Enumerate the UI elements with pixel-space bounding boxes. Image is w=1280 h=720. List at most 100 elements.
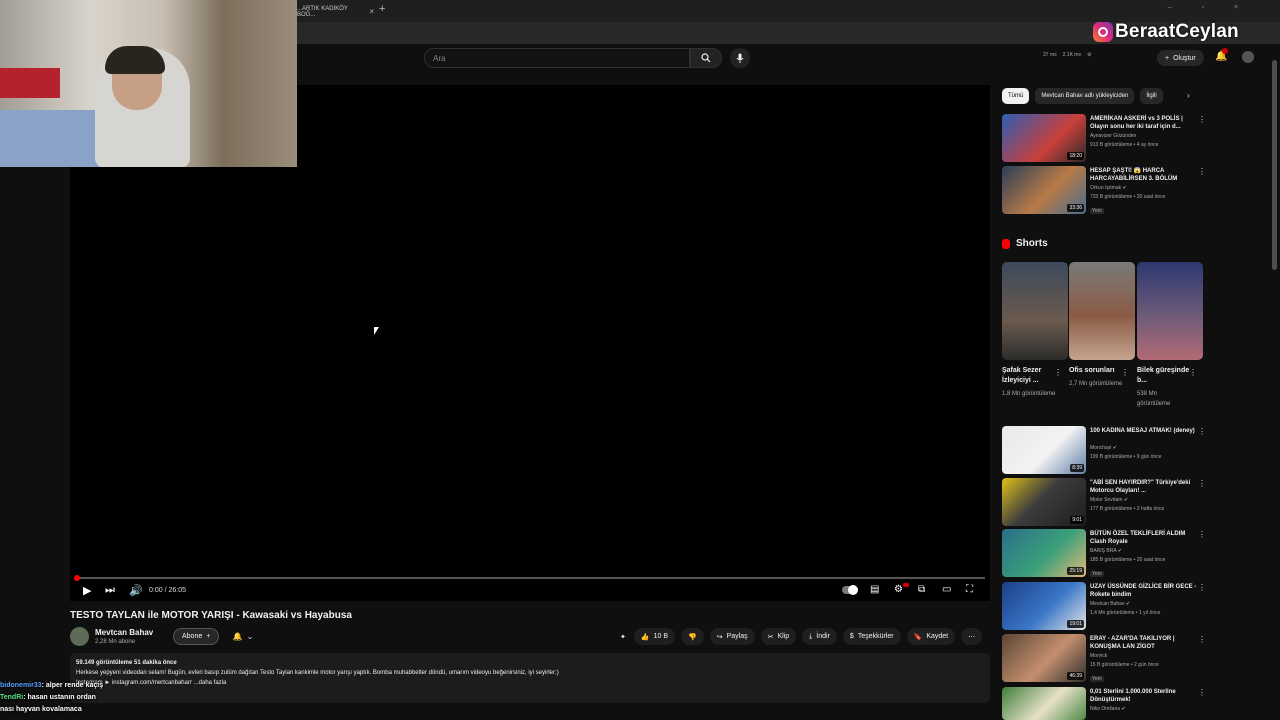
stat-ping: 37 ms <box>1043 52 1057 58</box>
more-vert-icon[interactable]: ⋮ <box>1121 368 1129 377</box>
rec-item[interactable]: 46:39 ERAY - AZAR'DA TAKILIYOR | KONUŞMA… <box>1002 634 1207 682</box>
rec-title[interactable]: AMERİKAN ASKERİ vs 3 POLİS | Olayın sonu… <box>1090 115 1200 131</box>
short-title[interactable]: Şafak Sezer İzleyiciyi ... <box>1002 366 1057 386</box>
thanks-button[interactable]: $ Teşekkürler <box>842 628 901 645</box>
settings-gear-icon[interactable]: ⚙ <box>1087 52 1091 58</box>
new-badge: Yeni <box>1090 208 1104 214</box>
autoplay-toggle[interactable] <box>842 585 858 595</box>
clip-button[interactable]: ✂ Klip <box>760 628 797 645</box>
rec-thumbnail[interactable]: 46:39 <box>1002 634 1086 682</box>
more-vert-icon[interactable]: ⋮ <box>1198 427 1206 436</box>
shorts-title: Shorts <box>1016 238 1048 249</box>
save-button[interactable]: 🔖 Kaydet <box>906 628 956 645</box>
more-vert-icon[interactable]: ⋮ <box>1054 368 1062 377</box>
rec-item[interactable]: 9:01 "ABİ SEN HAYIRDIR?" Türkiye'deki Mo… <box>1002 478 1207 526</box>
rec-title[interactable]: "ABİ SEN HAYIRDIR?" Türkiye'deki Motorcu… <box>1090 479 1200 495</box>
channel-name[interactable]: Mevtcan Bahav <box>95 628 153 637</box>
tab-close-icon[interactable]: × <box>369 7 374 16</box>
short-item[interactable]: Ofis sorunları 2,7 Mn görüntüleme ⋮ <box>1069 262 1135 389</box>
more-vert-icon[interactable]: ⋮ <box>1198 479 1206 488</box>
chevron-right-icon[interactable]: › <box>1187 91 1190 100</box>
share-button[interactable]: ↪ Paylaş <box>709 628 755 645</box>
notification-pref-button[interactable]: 🔔 ⌄ <box>226 628 260 645</box>
stat-ping-2: 2.1K ms <box>1062 52 1081 58</box>
rec-duration: 9:01 <box>1070 516 1084 524</box>
rec-thumbnail[interactable]: 18:20 <box>1002 114 1086 162</box>
thanks-label: Teşekkürler <box>857 633 894 640</box>
more-vert-icon[interactable]: ⋮ <box>1198 530 1206 539</box>
rec-title[interactable]: 100 KADINA MESAJ ATMAK! (deney) <box>1090 427 1200 435</box>
more-vert-icon[interactable]: ⋮ <box>1198 583 1206 592</box>
hd-badge <box>903 583 909 587</box>
more-vert-icon[interactable]: ⋮ <box>1198 635 1206 644</box>
fullscreen-icon[interactable]: ⛶ <box>966 584 973 595</box>
progress-scrubber[interactable] <box>74 575 80 581</box>
more-vert-icon[interactable]: ⋮ <box>1198 115 1206 124</box>
more-vert-icon[interactable]: ⋮ <box>1198 688 1206 697</box>
rec-item[interactable]: 18:20 AMERİKAN ASKERİ vs 3 POLİS | Olayı… <box>1002 114 1207 162</box>
instagram-icon <box>1093 22 1113 42</box>
new-tab-icon[interactable]: + <box>379 3 385 15</box>
create-button[interactable]: + Oluştur <box>1157 50 1204 66</box>
search-button[interactable] <box>690 48 722 68</box>
subscribe-button[interactable]: Abone + <box>173 628 220 645</box>
rec-thumbnail[interactable]: 9:01 <box>1002 478 1086 526</box>
rec-item[interactable]: 19:01 UZAY ÜSSÜNDE GİZLİCE BİR GECE - Ro… <box>1002 582 1207 630</box>
rec-item[interactable]: 33:36 HESAP ŞAŞTI! 😱 HARCA HARCAYABİLİRS… <box>1002 166 1207 214</box>
rec-item[interactable]: 25:19 BÜTÜN ÖZEL TEKLİFLERİ ALDIM Clash … <box>1002 529 1207 577</box>
rec-item[interactable]: 8:39 100 KADINA MESAJ ATMAK! (deney) Mon… <box>1002 426 1207 474</box>
play-icon[interactable]: ▶ <box>83 584 91 597</box>
rec-thumbnail[interactable]: 33:36 <box>1002 166 1086 214</box>
rec-thumbnail[interactable]: 8:39 <box>1002 426 1086 474</box>
theater-mode-icon[interactable]: ▭ <box>942 584 951 595</box>
chip-related[interactable]: İlgili <box>1140 88 1163 104</box>
short-item[interactable]: Şafak Sezer İzleyiciyi ... 1,8 Mn görünt… <box>1002 262 1068 399</box>
rec-duration: 18:20 <box>1067 152 1084 160</box>
like-button[interactable]: 👍 10 B <box>633 628 675 645</box>
rec-title[interactable]: UZAY ÜSSÜNDE GİZLİCE BİR GECE - Rokete b… <box>1090 583 1200 599</box>
volume-icon[interactable]: 🔊 <box>129 584 143 597</box>
scrollbar[interactable] <box>1272 60 1277 270</box>
dislike-button[interactable]: 👎 <box>681 628 704 645</box>
more-actions-icon[interactable]: ⋯ <box>961 628 983 645</box>
rec-thumbnail[interactable]: 25:19 <box>1002 529 1086 577</box>
account-avatar[interactable] <box>1242 51 1254 63</box>
rec-title[interactable]: HESAP ŞAŞTI! 😱 HARCA HARCAYABİLİRSEN 3. … <box>1090 167 1200 183</box>
short-title[interactable]: Ofis sorunları <box>1069 366 1124 376</box>
miniplayer-icon[interactable]: ⧉ <box>918 584 925 595</box>
rec-title[interactable]: 0,01 Sterlini 1.000.000 Sterline Dönüştü… <box>1090 688 1200 704</box>
subtitles-icon[interactable]: ▤ <box>870 584 879 595</box>
progress-bar[interactable] <box>75 577 985 579</box>
rec-item[interactable]: 0,01 Sterlini 1.000.000 Sterline Dönüştü… <box>1002 687 1207 720</box>
download-button[interactable]: ⤓ İndir <box>802 628 837 645</box>
sparkle-icon[interactable]: ✦ <box>618 628 628 645</box>
window-controls[interactable]: – ▫ × <box>1168 4 1252 11</box>
short-views: 1,8 Mn görüntüleme <box>1002 391 1056 397</box>
settings-icon[interactable]: ⚙ <box>894 584 903 595</box>
short-item[interactable]: Bilek güreşinde b... 538 Mn görüntüleme … <box>1137 262 1203 409</box>
more-vert-icon[interactable]: ⋮ <box>1198 167 1206 176</box>
video-title: TESTO TAYLAN ile MOTOR YARIŞI - Kawasaki… <box>70 610 352 621</box>
mouse-cursor <box>374 327 379 335</box>
short-thumbnail[interactable] <box>1137 262 1203 360</box>
streamer-name: BeraatCeylan <box>1115 21 1239 42</box>
plus-icon: + <box>206 633 211 640</box>
rec-title[interactable]: ERAY - AZAR'DA TAKILIYOR | KONUŞMA LAN Z… <box>1090 635 1200 651</box>
description-box[interactable]: 59.149 görüntüleme 51 dakika önce Herkes… <box>70 653 990 703</box>
chip-all[interactable]: Tümü <box>1002 88 1030 104</box>
voice-search-button[interactable] <box>730 48 750 68</box>
short-thumbnail[interactable] <box>1069 262 1135 360</box>
channel-avatar[interactable] <box>70 627 89 646</box>
mic-icon <box>736 53 744 63</box>
search-input[interactable]: Ara <box>424 48 690 68</box>
description-stats: 59.149 görüntüleme 51 dakika önce <box>76 660 177 666</box>
short-thumbnail[interactable] <box>1002 262 1068 360</box>
rec-title[interactable]: BÜTÜN ÖZEL TEKLİFLERİ ALDIM Clash Royale <box>1090 530 1200 546</box>
chip-from-uploader[interactable]: Mevtcan Bahav adlı yükleyiciden <box>1035 88 1135 104</box>
rec-thumbnail[interactable] <box>1002 687 1086 720</box>
next-icon[interactable]: ⏭ <box>105 584 115 597</box>
short-title[interactable]: Bilek güreşinde b... <box>1137 366 1192 386</box>
more-vert-icon[interactable]: ⋮ <box>1189 368 1197 377</box>
browser-tab[interactable]: ...ARTIK KADIKÖY BOĞ... × <box>296 3 374 20</box>
rec-thumbnail[interactable]: 19:01 <box>1002 582 1086 630</box>
